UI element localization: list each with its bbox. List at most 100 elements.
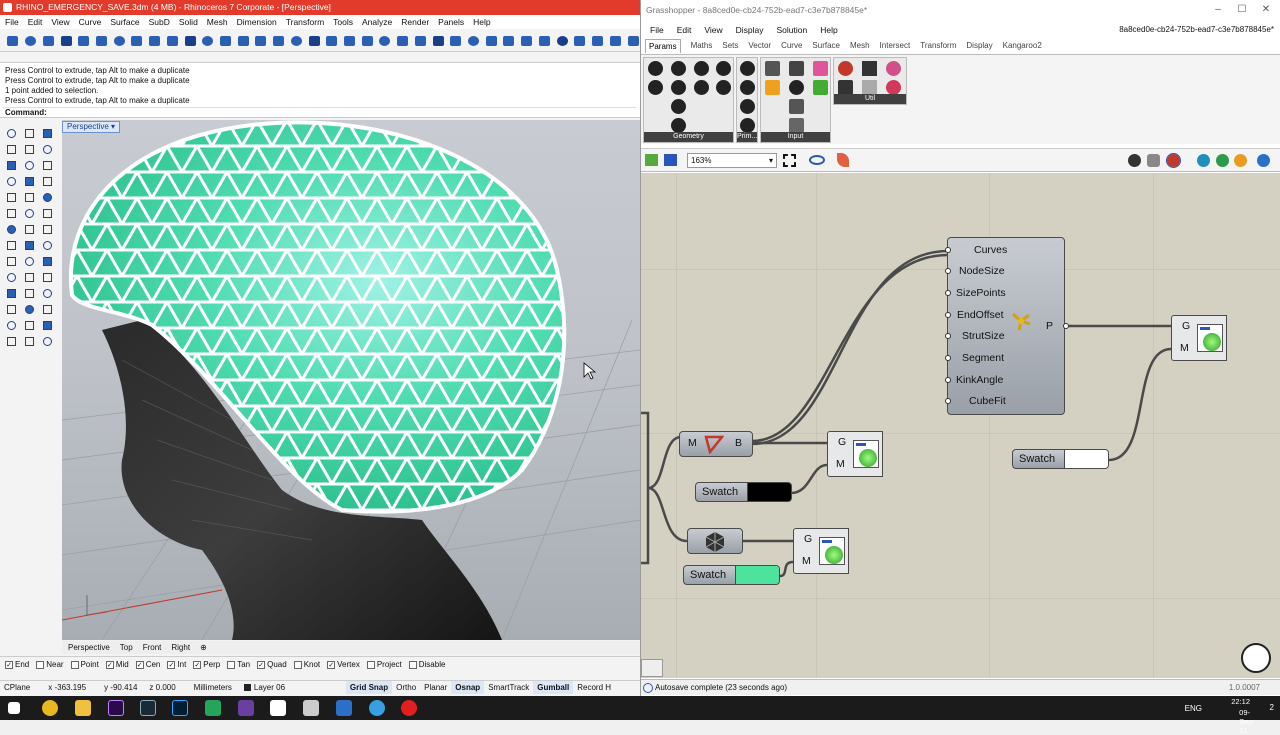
side-tool-12-2-icon[interactable] xyxy=(40,318,54,332)
rhino-tool-10-icon[interactable] xyxy=(164,33,180,49)
rhino-tool-7-icon[interactable] xyxy=(111,33,127,49)
rhino-tool-35-icon[interactable] xyxy=(607,33,623,49)
rhino-tool-21-icon[interactable] xyxy=(359,33,375,49)
gh-menu-edit[interactable]: Edit xyxy=(677,22,692,38)
osnap-quad[interactable]: ✓ Quad xyxy=(257,660,287,669)
control-knob-icon[interactable] xyxy=(789,99,804,114)
data-output-icon[interactable] xyxy=(862,61,877,76)
rhino-tool-34-icon[interactable] xyxy=(590,33,606,49)
viewport-tab-top[interactable]: Top xyxy=(120,641,133,654)
photoshop-icon[interactable] xyxy=(172,700,188,716)
osnap-checkbox[interactable]: ✓ xyxy=(135,660,144,669)
preview-shaded-icon[interactable] xyxy=(1147,154,1160,167)
sketch-tool-icon[interactable] xyxy=(641,659,663,677)
input-cubefit[interactable]: CubeFit xyxy=(969,395,1006,407)
osnap-perp[interactable]: ✓ Perp xyxy=(193,660,220,669)
rhino-menu-help[interactable]: Help xyxy=(473,15,490,29)
rhino-menu-solid[interactable]: Solid xyxy=(179,15,198,29)
rhino-tool-8-icon[interactable] xyxy=(129,33,145,49)
osnap-checkbox[interactable] xyxy=(70,660,79,669)
input-kinkangle[interactable]: KinkAngle xyxy=(956,374,1003,386)
param-arc-icon[interactable] xyxy=(694,61,709,76)
rhino-tool-15-icon[interactable] xyxy=(253,33,269,49)
swatch-white[interactable]: Swatch xyxy=(1012,449,1109,469)
gh-menu-display[interactable]: Display xyxy=(736,22,764,38)
navigation-compass-icon[interactable] xyxy=(1241,643,1271,673)
viewport-title[interactable]: Perspective ▾ xyxy=(62,121,121,133)
side-tool-8-0-icon[interactable] xyxy=(4,254,18,268)
side-tool-3-0-icon[interactable] xyxy=(4,174,18,188)
status-cplane[interactable]: CPlane xyxy=(0,681,34,694)
data-input-icon[interactable] xyxy=(862,80,877,95)
status-toggle-planar[interactable]: Planar xyxy=(420,681,451,694)
swatch-color-black[interactable] xyxy=(747,483,791,501)
rhino-tool-26-icon[interactable] xyxy=(448,33,464,49)
mesh-join-component[interactable] xyxy=(687,528,743,554)
rhino-menu-view[interactable]: View xyxy=(51,15,69,29)
preview-quality-icon[interactable] xyxy=(1234,154,1247,167)
custom-preview-1[interactable]: G M xyxy=(827,431,883,477)
button-icon[interactable] xyxy=(789,80,804,95)
side-tool-0-0-icon[interactable] xyxy=(4,126,18,140)
output-p[interactable]: P xyxy=(1046,320,1053,332)
gh-menu-file[interactable]: File xyxy=(650,22,664,38)
side-tool-4-1-icon[interactable] xyxy=(22,190,36,204)
swatch-black[interactable]: Swatch xyxy=(695,482,792,502)
side-tool-2-0-icon[interactable] xyxy=(4,158,18,172)
command-prompt[interactable]: Command: xyxy=(5,107,636,118)
app-icon-3[interactable] xyxy=(336,700,352,716)
param-point-icon[interactable] xyxy=(648,61,663,76)
rhino-tool-17-icon[interactable] xyxy=(289,33,305,49)
osnap-mid[interactable]: ✓ Mid xyxy=(105,660,129,669)
side-tool-5-0-icon[interactable] xyxy=(4,206,18,220)
rhino-menu-surface[interactable]: Surface xyxy=(110,15,139,29)
graph-mapper-icon[interactable] xyxy=(765,80,780,95)
osnap-tan[interactable]: Tan xyxy=(227,660,250,669)
side-tool-11-0-icon[interactable] xyxy=(4,302,18,316)
input-strutsize[interactable]: StrutSize xyxy=(962,330,1005,342)
rhino-tool-14-icon[interactable] xyxy=(235,33,251,49)
app-icon-2[interactable] xyxy=(303,700,319,716)
gh-tab-mesh[interactable]: Mesh xyxy=(850,39,870,53)
gh-tab-surface[interactable]: Surface xyxy=(812,39,840,53)
side-tool-13-1-icon[interactable] xyxy=(22,334,36,348)
status-toggle-record-h[interactable]: Record H xyxy=(573,681,615,694)
osnap-checkbox[interactable] xyxy=(408,660,417,669)
sketch-icon[interactable] xyxy=(837,153,849,167)
param-boolean-icon[interactable] xyxy=(740,61,755,76)
timer-icon[interactable] xyxy=(838,80,853,95)
side-tool-9-1-icon[interactable] xyxy=(22,270,36,284)
rhino-tool-6-icon[interactable] xyxy=(94,33,110,49)
rhino-tool-22-icon[interactable] xyxy=(377,33,393,49)
side-tool-2-2-icon[interactable] xyxy=(40,158,54,172)
perspective-viewport[interactable] xyxy=(62,120,640,640)
side-tool-4-2-icon[interactable] xyxy=(40,190,54,204)
rhino-tool-31-icon[interactable] xyxy=(537,33,553,49)
osnap-checkbox[interactable] xyxy=(227,660,236,669)
rhino-menu-subd[interactable]: SubD xyxy=(149,15,170,29)
osnap-checkbox[interactable]: ✓ xyxy=(193,660,202,669)
osnap-checkbox[interactable]: ✓ xyxy=(105,660,114,669)
rhino-menu-analyze[interactable]: Analyze xyxy=(362,15,392,29)
zoom-extents-icon[interactable] xyxy=(783,154,796,167)
preview-mesh-icon[interactable] xyxy=(1216,154,1229,167)
rhino-tool-32-icon[interactable] xyxy=(554,33,570,49)
param-surface-icon[interactable] xyxy=(671,118,686,133)
preview-port-m[interactable]: M xyxy=(1180,342,1189,354)
rhino-taskbar-icon[interactable] xyxy=(270,700,286,716)
side-tool-11-2-icon[interactable] xyxy=(40,302,54,316)
side-tool-13-0-icon[interactable] xyxy=(4,334,18,348)
osnap-vertex[interactable]: ✓ Vertex xyxy=(327,660,360,669)
gh-canvas[interactable]: Curves NodeSize SizePoints EndOffset Str… xyxy=(641,173,1280,678)
rhino-tool-13-icon[interactable] xyxy=(218,33,234,49)
side-tool-7-0-icon[interactable] xyxy=(4,238,18,252)
rhino-tool-5-icon[interactable] xyxy=(76,33,92,49)
gh-tab-kangaroo2[interactable]: Kangaroo2 xyxy=(1003,39,1042,53)
side-tool-7-1-icon[interactable] xyxy=(22,238,36,252)
preview-port-g[interactable]: G xyxy=(804,533,812,545)
open-file-icon[interactable] xyxy=(645,154,658,166)
param-mesh-icon[interactable] xyxy=(671,99,686,114)
rhino-menu-dimension[interactable]: Dimension xyxy=(237,15,277,29)
side-tool-6-1-icon[interactable] xyxy=(22,222,36,236)
side-tool-8-1-icon[interactable] xyxy=(22,254,36,268)
